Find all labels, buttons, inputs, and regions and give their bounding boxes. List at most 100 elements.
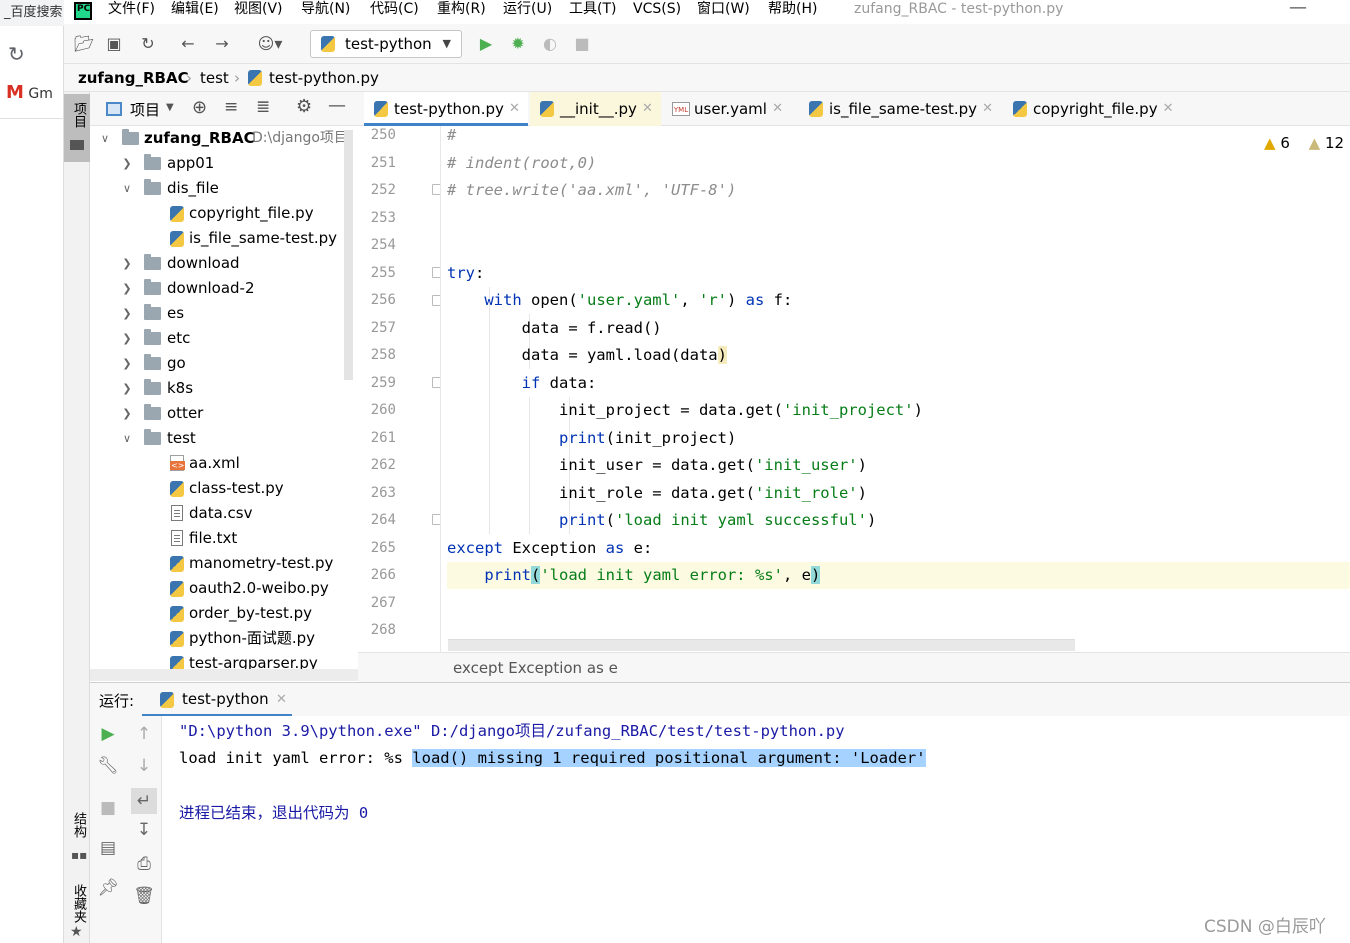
run-config-dropdown[interactable]: test-python ▼: [310, 30, 462, 58]
chevron-down-icon[interactable]: ∨: [120, 176, 134, 201]
menu-edit[interactable]: 编辑(E): [171, 0, 219, 24]
editor-horizontal-scrollbar[interactable]: [448, 639, 1075, 651]
gear-icon[interactable]: ⚙: [296, 96, 312, 117]
coverage-icon[interactable]: ◐: [538, 32, 562, 56]
gmail-bookmark[interactable]: M Gm: [6, 82, 53, 103]
structure-tool-button[interactable]: 结构 ▪▪: [64, 804, 90, 864]
weak-warning-count: 12: [1324, 134, 1345, 152]
folder-icon: [144, 254, 161, 270]
tab-label: user.yaml: [694, 100, 767, 118]
python-file-icon: [170, 556, 184, 572]
warning-icon: ▲: [1264, 134, 1276, 152]
tree-item-label: order_by-test.py: [189, 604, 313, 622]
arrow-down-icon[interactable]: ↓: [126, 756, 162, 776]
print-icon[interactable]: ⎙: [126, 854, 162, 874]
code-line: data = yaml.load(data): [521, 346, 727, 364]
menu-run[interactable]: 运行(U): [503, 0, 552, 24]
tab-copyright-file[interactable]: copyright_file.py ✕: [1003, 92, 1182, 126]
close-icon[interactable]: ✕: [982, 92, 993, 126]
menu-code[interactable]: 代码(C): [370, 0, 419, 24]
line-number: 262: [370, 457, 396, 473]
stop-icon[interactable]: ■: [570, 32, 594, 56]
expand-all-icon[interactable]: ≡: [224, 97, 238, 117]
layout-icon[interactable]: ▤: [90, 838, 126, 858]
menu-view[interactable]: 视图(V): [234, 0, 283, 24]
chevron-down-icon[interactable]: ∨: [120, 426, 134, 451]
breadcrumb-folder[interactable]: test: [200, 64, 229, 92]
chevron-right-icon[interactable]: ❯: [120, 151, 134, 176]
tree-horizontal-scrollbar[interactable]: [90, 669, 358, 681]
tree-vertical-scrollbar[interactable]: [344, 130, 353, 380]
chevron-right-icon[interactable]: ❯: [120, 276, 134, 301]
close-icon[interactable]: ✕: [509, 92, 520, 126]
trash-icon[interactable]: 🗑︎: [126, 886, 162, 906]
chevron-right-icon[interactable]: ❯: [120, 401, 134, 426]
reload-icon[interactable]: ↻: [8, 42, 25, 66]
breadcrumb-file[interactable]: test-python.py: [269, 64, 379, 92]
breadcrumb-project[interactable]: zufang_RBAC: [78, 64, 189, 92]
menu-navigate[interactable]: 导航(N): [301, 0, 350, 24]
menu-file[interactable]: 文件(F): [108, 0, 155, 24]
ide-window: 文件(F) 编辑(E) 视图(V) 导航(N) 代码(C) 重构(R) 运行(U…: [64, 0, 1350, 943]
structure-icon: ▪▪: [71, 848, 88, 862]
console-output[interactable]: "D:\python 3.9\python.exe" D:/django项目/z…: [162, 716, 1350, 943]
project-tool-button[interactable]: 项目: [64, 94, 90, 162]
gmail-icon: M: [6, 82, 24, 103]
chevron-down-icon[interactable]: ∨: [98, 126, 112, 151]
browser-tab[interactable]: _百度搜索: [0, 0, 64, 26]
tab-user-yaml[interactable]: YML user.yaml ✕: [664, 92, 791, 126]
menu-tools[interactable]: 工具(T): [569, 0, 616, 24]
soft-wrap-icon[interactable]: ↵: [131, 788, 157, 814]
menu-refactor[interactable]: 重构(R): [437, 0, 486, 24]
tree-item-label: app01: [167, 154, 215, 172]
line-number: 263: [370, 484, 396, 501]
tab-is-file-same-test[interactable]: is_file_same-test.py ✕: [799, 92, 1001, 126]
stop-icon[interactable]: ■: [90, 798, 126, 818]
collapse-all-icon[interactable]: ≣: [256, 97, 270, 117]
close-icon[interactable]: ✕: [772, 92, 783, 126]
wrench-icon[interactable]: 🔧︎: [90, 756, 126, 776]
code-line: data = f.read(): [521, 318, 662, 337]
scroll-to-end-icon[interactable]: ↧: [126, 820, 162, 840]
tree-item-label: otter: [167, 404, 204, 422]
run-tab-test-python[interactable]: test-python ✕: [142, 683, 292, 717]
code-line-current: print('load init yaml error: %s', e): [447, 562, 1350, 589]
debug-icon[interactable]: ✹: [506, 32, 530, 56]
chevron-right-icon[interactable]: ❯: [120, 301, 134, 326]
arrow-up-icon[interactable]: ↑: [126, 724, 162, 744]
favorites-tool-button[interactable]: 收藏夹 ★: [64, 878, 90, 942]
menu-window[interactable]: 窗口(W): [697, 0, 750, 24]
tab-test-python[interactable]: test-python.py ✕: [364, 92, 528, 126]
tab-init[interactable]: __init__.py ✕: [530, 92, 661, 126]
chevron-right-icon[interactable]: ❯: [120, 251, 134, 276]
close-icon[interactable]: ✕: [276, 692, 287, 707]
menu-help[interactable]: 帮助(H): [768, 0, 817, 24]
user-dropdown-icon[interactable]: ☺▾: [252, 32, 288, 56]
save-icon[interactable]: ▣: [102, 32, 126, 56]
rerun-icon[interactable]: ▶: [90, 724, 126, 744]
minimize-button[interactable]: —: [1289, 0, 1307, 17]
run-toolbar-secondary: ↑ ↓ ↵ ↧ ⎙ 🗑︎: [126, 716, 162, 943]
chevron-right-icon[interactable]: ❯: [120, 376, 134, 401]
pin-icon[interactable]: 📌︎: [90, 878, 126, 898]
sync-icon[interactable]: ↻: [136, 32, 160, 56]
run-icon[interactable]: ▶: [474, 32, 498, 56]
hide-panel-icon[interactable]: —: [328, 95, 346, 116]
python-file-icon: [170, 606, 184, 622]
code-editor[interactable]: # # indent(root,0) # tree.write('aa.xml'…: [447, 126, 1350, 652]
project-view-dropdown[interactable]: 项目: [130, 99, 160, 120]
close-icon[interactable]: ✕: [1163, 92, 1174, 126]
open-folder-icon[interactable]: 📂︎: [72, 32, 96, 56]
run-tab-label: test-python: [182, 690, 269, 708]
code-line: init_user = data.get('init_user'): [558, 456, 867, 474]
inspection-widget[interactable]: ▲ 6 ▲ 12: [1264, 134, 1344, 152]
chevron-right-icon[interactable]: ❯: [120, 326, 134, 351]
forward-arrow-icon[interactable]: →: [210, 32, 234, 56]
back-arrow-icon[interactable]: ←: [176, 32, 200, 56]
menu-vcs[interactable]: VCS(S): [633, 0, 681, 24]
editor-breadcrumb[interactable]: except Exception as e: [358, 652, 1350, 682]
locate-icon[interactable]: ⊕: [192, 97, 207, 118]
chevron-down-icon[interactable]: ▼: [166, 102, 174, 113]
close-icon[interactable]: ✕: [642, 92, 653, 126]
chevron-right-icon[interactable]: ❯: [120, 351, 134, 376]
